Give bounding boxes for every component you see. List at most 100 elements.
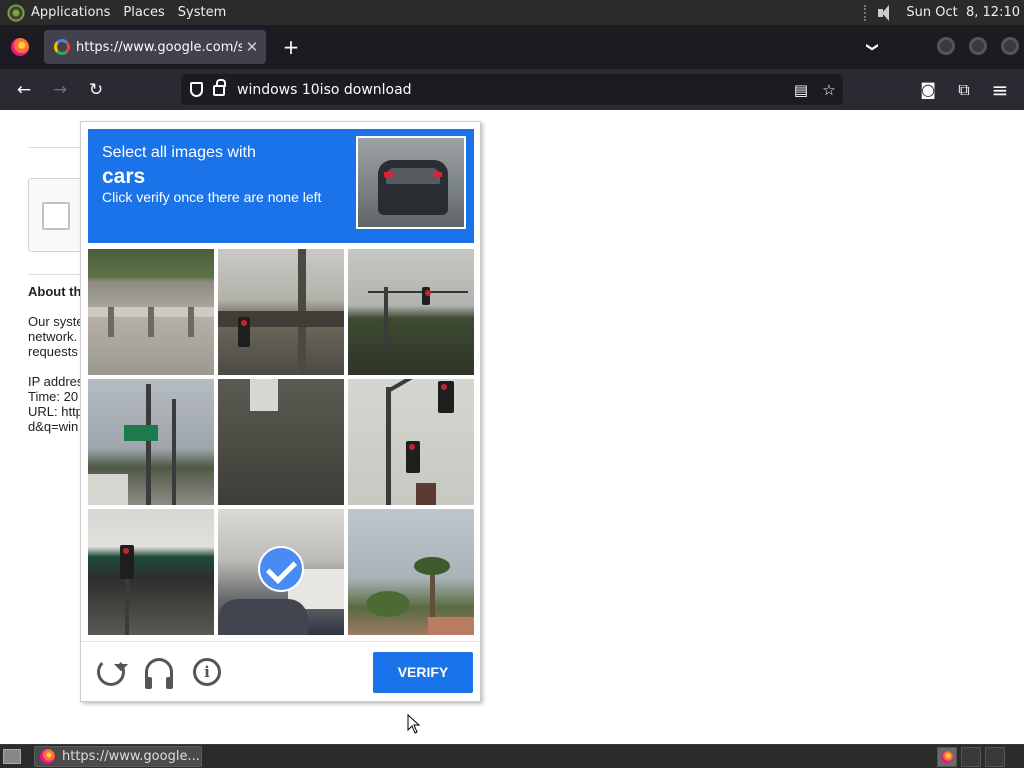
time-line: Time: 20 xyxy=(28,389,79,404)
tile-selected-check-icon xyxy=(258,546,304,592)
signal-box xyxy=(416,483,436,505)
show-desktop-icon[interactable] xyxy=(3,749,21,764)
challenge-footer: i VERIFY xyxy=(81,641,480,701)
building-wall xyxy=(250,379,278,411)
maximize-button[interactable] xyxy=(969,37,987,55)
image-tile-7[interactable] xyxy=(88,509,214,635)
challenge-header: Select all images with cars Click verify… xyxy=(88,129,474,243)
firefox-icon xyxy=(941,751,953,763)
overpass-beam xyxy=(218,311,344,327)
tracking-shield-icon[interactable] xyxy=(190,82,203,97)
help-info-icon[interactable]: i xyxy=(193,658,221,686)
ip-address-line: IP addres xyxy=(28,374,84,389)
image-tile-9[interactable] xyxy=(348,509,474,635)
bookmark-star-icon[interactable]: ☆ xyxy=(815,81,843,99)
image-tile-2[interactable] xyxy=(218,249,344,375)
lock-icon[interactable] xyxy=(213,79,226,96)
challenge-target: cars xyxy=(102,165,146,188)
distro-logo-icon[interactable] xyxy=(7,3,25,22)
clock[interactable]: Sun Oct 8, 12:10 xyxy=(906,5,1020,20)
signal-pole xyxy=(386,387,391,505)
reload-button[interactable]: ↻ xyxy=(83,77,109,103)
firefox-view-icon[interactable] xyxy=(11,38,29,56)
car-taillight xyxy=(384,172,393,177)
url-line-continued: d&q=win xyxy=(28,419,79,434)
challenge-sub-instruction: Click verify once there are none left xyxy=(102,189,322,205)
bush xyxy=(366,591,410,617)
roof xyxy=(428,617,474,635)
extensions-icon[interactable]: ⧉ xyxy=(951,77,977,103)
palm-canopy xyxy=(414,557,450,575)
image-tile-8[interactable] xyxy=(218,509,344,635)
workspace-2[interactable] xyxy=(961,747,981,767)
app-menu-icon[interactable]: ≡ xyxy=(987,77,1013,103)
image-tile-6[interactable] xyxy=(348,379,474,505)
traffic-light xyxy=(422,287,431,305)
audio-challenge-icon[interactable] xyxy=(145,658,173,689)
tab-list-chevron-icon[interactable]: ❯ xyxy=(860,36,886,58)
back-button[interactable]: ← xyxy=(11,77,37,103)
tab-close-icon[interactable]: ✕ xyxy=(242,38,262,56)
guardrail-post xyxy=(188,307,194,337)
google-favicon-icon xyxy=(54,39,70,55)
traffic-light xyxy=(406,441,420,473)
tab-google[interactable]: https://www.google.com/se ✕ xyxy=(44,30,266,64)
sample-car-image xyxy=(356,136,466,229)
workspace-1[interactable] xyxy=(937,747,957,767)
signal-arm xyxy=(387,379,433,393)
url-input[interactable]: windows 10iso download xyxy=(237,82,787,98)
divider xyxy=(28,147,88,148)
signal-wire xyxy=(368,291,468,293)
car-taillight xyxy=(433,172,442,177)
divider xyxy=(28,274,88,275)
image-tile-4[interactable] xyxy=(88,379,214,505)
applications-menu[interactable]: Applications xyxy=(31,5,110,20)
reader-view-icon[interactable]: ▤ xyxy=(787,81,815,99)
traffic-light xyxy=(438,381,454,413)
guardrail-post xyxy=(108,307,114,337)
highway-sign xyxy=(124,425,158,441)
image-tile-1[interactable] xyxy=(88,249,214,375)
places-menu[interactable]: Places xyxy=(123,5,164,20)
traffic-light xyxy=(120,545,134,579)
pocket-icon[interactable]: ◙ xyxy=(915,77,941,103)
image-tile-5[interactable] xyxy=(218,379,344,505)
image-tile-3[interactable] xyxy=(348,249,474,375)
close-window-button[interactable] xyxy=(1001,37,1019,55)
minimize-button[interactable] xyxy=(937,37,955,55)
about-heading: About th xyxy=(28,284,82,299)
taskbar-window-firefox[interactable]: https://www.google... xyxy=(34,746,202,767)
vehicle-body xyxy=(218,599,308,635)
forward-button[interactable]: → xyxy=(47,77,73,103)
traffic-light xyxy=(238,317,250,347)
car-shape xyxy=(378,160,448,215)
body-line: requests xyxy=(28,344,78,359)
url-line: URL: http xyxy=(28,404,83,419)
panel-grip xyxy=(864,4,868,21)
firefox-icon xyxy=(40,749,55,764)
utility-pole xyxy=(172,399,176,505)
mouse-cursor-icon xyxy=(407,714,421,734)
new-tab-button[interactable]: + xyxy=(280,34,302,60)
workspace-3[interactable] xyxy=(985,747,1005,767)
guardrail-post xyxy=(148,307,154,337)
system-menu[interactable]: System xyxy=(178,5,226,20)
challenge-instruction: Select all images with xyxy=(102,144,256,161)
signal-pole xyxy=(125,579,129,635)
body-line: Our syste xyxy=(28,314,84,329)
volume-icon[interactable] xyxy=(876,4,894,22)
bottom-taskbar: https://www.google... xyxy=(0,744,1024,768)
navigation-toolbar: ← → ↻ windows 10iso download ▤ ☆ ◙ ⧉ ≡ xyxy=(0,69,1024,110)
verify-button[interactable]: VERIFY xyxy=(373,652,473,693)
reload-challenge-icon[interactable] xyxy=(97,658,125,686)
recaptcha-checkbox[interactable] xyxy=(42,202,70,230)
url-bar[interactable]: windows 10iso download ▤ ☆ xyxy=(181,74,843,105)
challenge-image-grid xyxy=(88,249,474,635)
tab-title: https://www.google.com/se xyxy=(76,39,242,55)
utility-pole xyxy=(146,384,151,505)
taskbar-window-label: https://www.google... xyxy=(62,749,200,764)
recaptcha-anchor-box xyxy=(28,178,88,252)
building-roof xyxy=(88,474,128,505)
recaptcha-challenge: Select all images with cars Click verify… xyxy=(80,121,481,702)
utility-pole xyxy=(384,287,388,347)
